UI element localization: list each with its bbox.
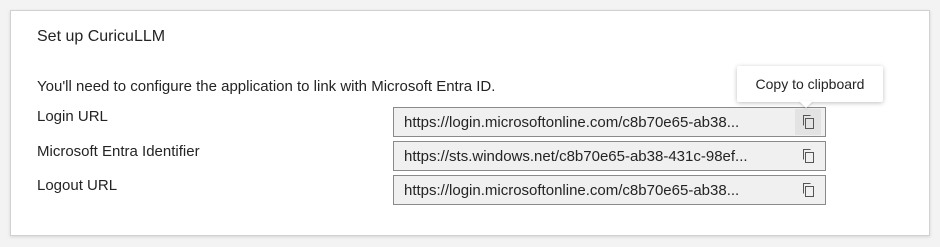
login-url-field[interactable]: https://login.microsoftonline.com/c8b70e… <box>393 107 826 137</box>
entra-identifier-label: Microsoft Entra Identifier <box>37 143 200 160</box>
entra-identifier-value[interactable]: https://sts.windows.net/c8b70e65-ab38-43… <box>394 148 795 165</box>
tooltip-arrow <box>799 101 813 108</box>
copy-login-url-button[interactable] <box>795 109 821 135</box>
logout-url-label: Logout URL <box>37 177 118 194</box>
logout-url-field[interactable]: https://login.microsoftonline.com/c8b70e… <box>393 175 826 205</box>
entra-identifier-field[interactable]: https://sts.windows.net/c8b70e65-ab38-43… <box>393 141 826 171</box>
card-description: You'll need to configure the application… <box>37 78 496 95</box>
copy-entra-identifier-button[interactable] <box>795 143 821 169</box>
copy-logout-url-button[interactable] <box>795 177 821 203</box>
logout-url-value[interactable]: https://login.microsoftonline.com/c8b70e… <box>394 182 795 199</box>
copy-icon <box>803 183 814 197</box>
login-url-value[interactable]: https://login.microsoftonline.com/c8b70e… <box>394 114 795 131</box>
copy-tooltip: Copy to clipboard <box>737 66 883 102</box>
copy-icon <box>803 115 814 129</box>
copy-icon <box>803 149 814 163</box>
setup-card: Set up CuricuLLM You'll need to configur… <box>10 10 930 236</box>
login-url-label: Login URL <box>37 108 108 125</box>
card-title: Set up CuricuLLM <box>37 28 166 45</box>
